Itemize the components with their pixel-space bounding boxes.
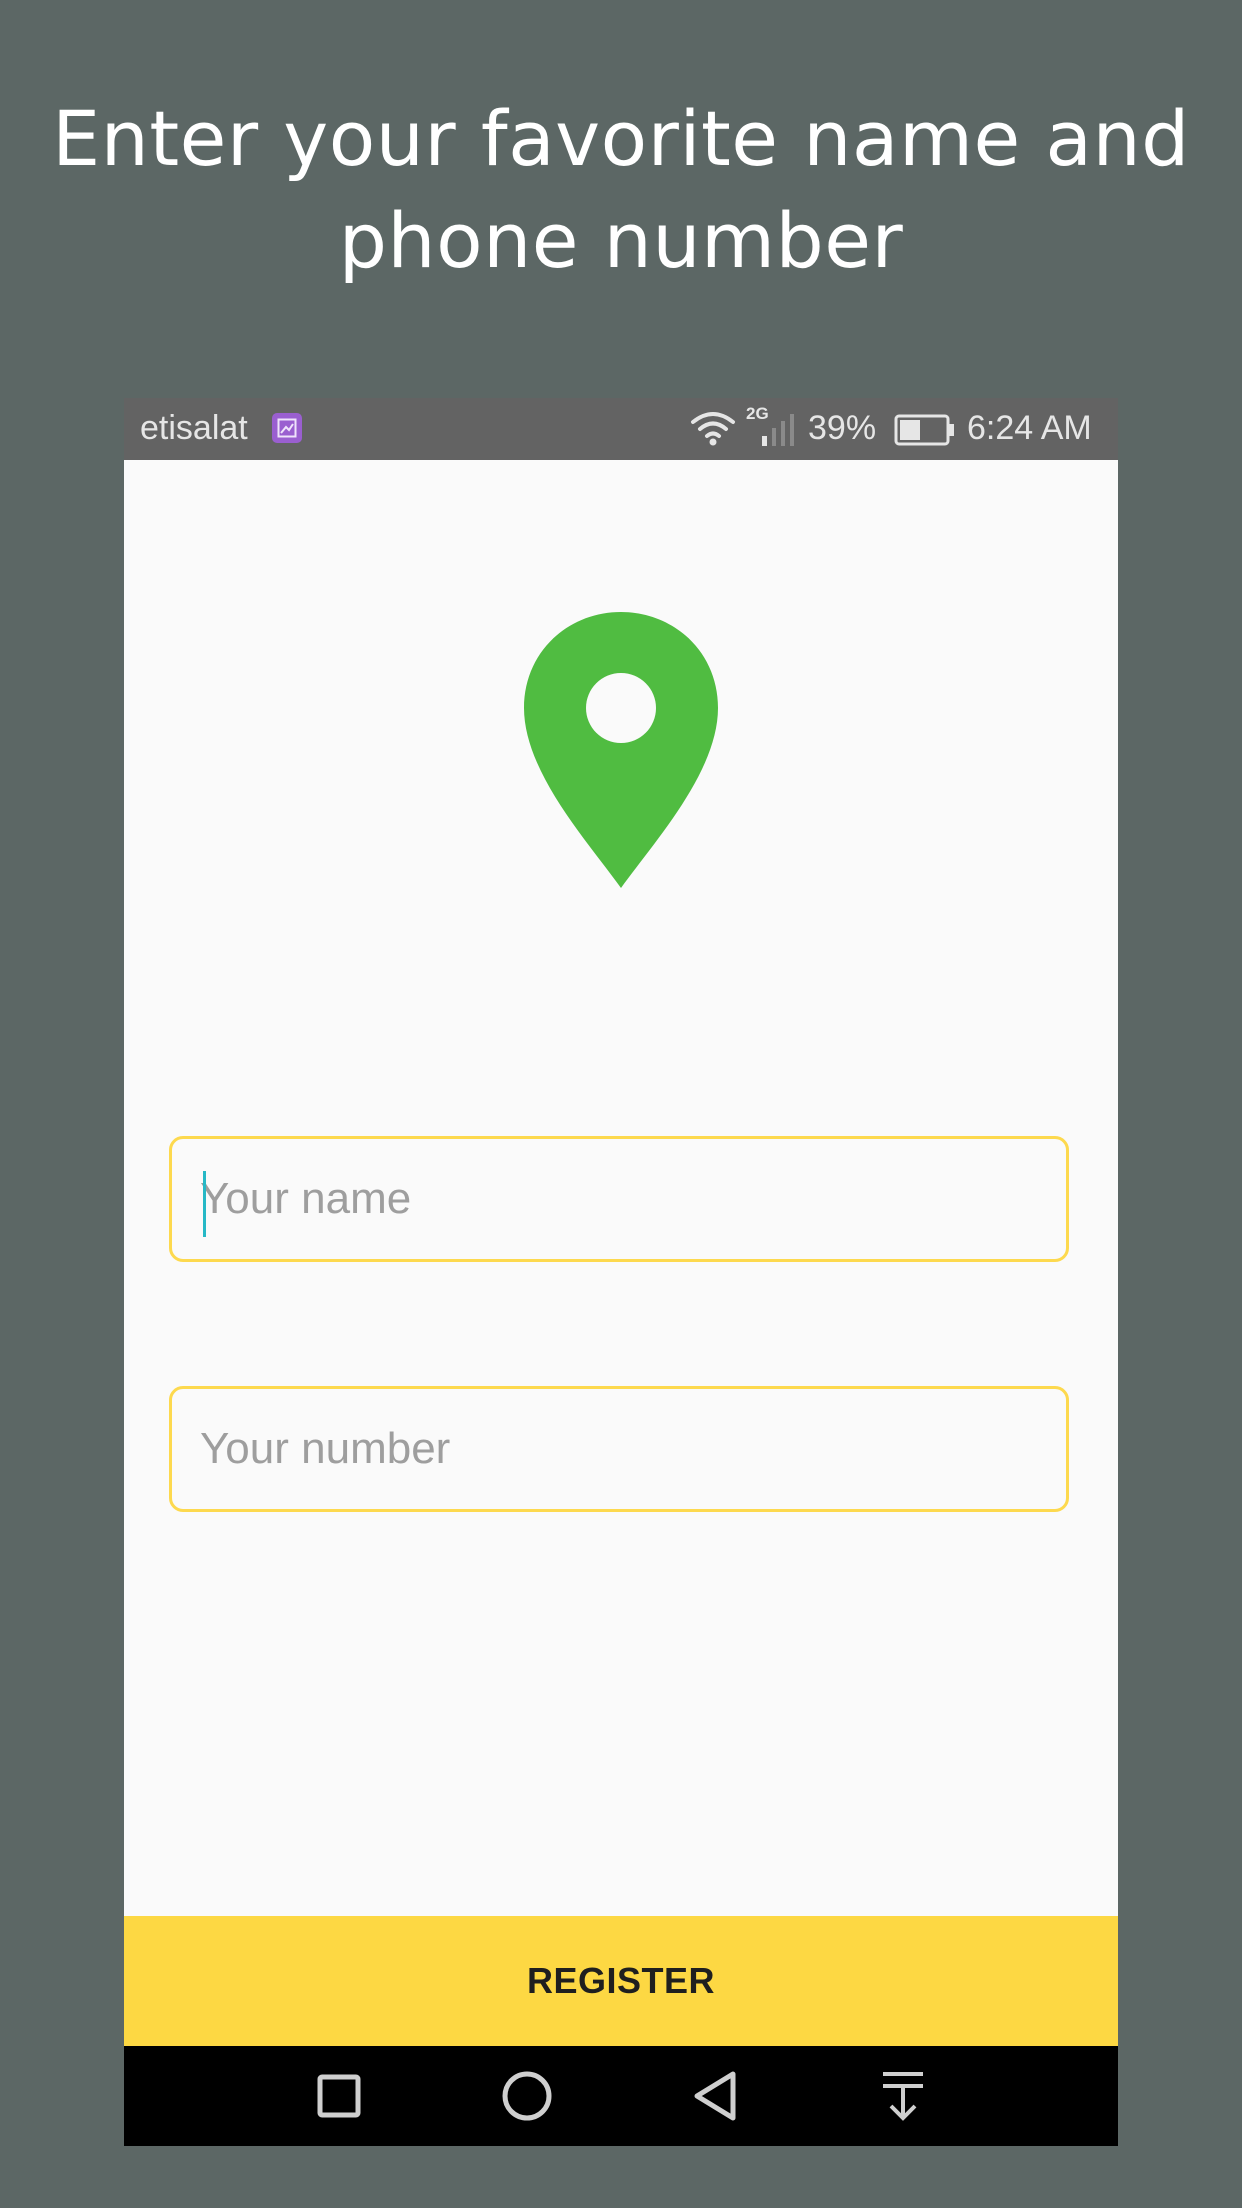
status-bar: etisalat 2G 39% 6:24 AM: [124, 398, 1118, 460]
home-icon[interactable]: [497, 2066, 557, 2126]
carrier-name: etisalat: [140, 409, 248, 447]
navigation-bar: [124, 2046, 1118, 2146]
wifi-icon: [691, 412, 735, 446]
number-field[interactable]: [169, 1386, 1069, 1512]
headline-line-1: Enter your favorite name and: [52, 94, 1190, 183]
name-input[interactable]: [200, 1139, 1040, 1259]
name-field[interactable]: [169, 1136, 1069, 1262]
promo-headline: Enter your favorite name and phone numbe…: [0, 88, 1242, 292]
back-icon[interactable]: [687, 2066, 747, 2126]
recent-apps-icon[interactable]: [309, 2066, 369, 2126]
gallery-notification-icon: [272, 413, 302, 443]
battery-percentage: 39%: [808, 409, 877, 447]
location-pin-icon: [524, 612, 718, 888]
register-button[interactable]: REGISTER: [124, 1916, 1118, 2046]
status-clock: 6:24 AM: [967, 409, 1092, 447]
battery-icon: [894, 414, 954, 446]
number-input[interactable]: [200, 1389, 1040, 1509]
text-cursor: [203, 1171, 206, 1237]
headline-line-2: phone number: [338, 196, 904, 285]
phone-screen: etisalat 2G 39% 6:24 AM Your name Your n…: [124, 398, 1118, 2146]
notification-pull-icon[interactable]: [873, 2066, 933, 2126]
signal-strength-icon: [762, 414, 794, 446]
